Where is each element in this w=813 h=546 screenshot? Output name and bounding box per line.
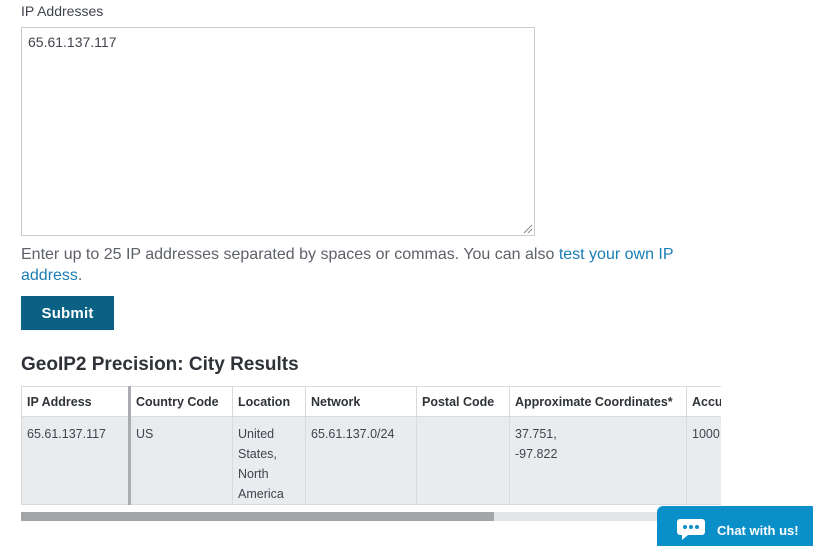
column-header-network: Network (305, 386, 417, 417)
cell-location: United States, North America (232, 416, 306, 505)
results-table-container: IP Address Country Code Location Network… (21, 386, 721, 506)
results-table: IP Address Country Code Location Network… (21, 386, 721, 505)
coordinate-line: -97.822 (515, 447, 558, 461)
cell-approximate-coordinates: 37.751, -97.822 (509, 416, 687, 505)
location-line: North (238, 467, 269, 481)
help-text-end: . (77, 267, 83, 284)
cell-postal-code (416, 416, 510, 505)
column-header-accuracy-radius: Accuracy Radius (686, 386, 721, 417)
column-header-postal-code: Postal Code (416, 386, 510, 417)
location-line: States, (238, 447, 277, 461)
help-text: Enter up to 25 IP addresses separated by… (21, 244, 701, 286)
coordinate-line: 37.751, (515, 427, 557, 441)
chat-with-us-button[interactable]: Chat with us! (657, 506, 813, 546)
horizontal-scrollbar[interactable] (21, 512, 721, 521)
ip-addresses-textarea[interactable]: 65.61.137.117 (21, 27, 535, 236)
help-text-body: Enter up to 25 IP addresses separated by… (21, 246, 559, 263)
results-header-row: IP Address Country Code Location Network… (21, 386, 721, 417)
table-row: 65.61.137.117 US United States, North Am… (21, 416, 721, 505)
column-header-location: Location (232, 386, 306, 417)
location-line: United (238, 427, 275, 441)
submit-button[interactable]: Submit (21, 296, 114, 330)
column-header-approximate-coordinates: Approximate Coordinates* (509, 386, 687, 417)
cell-ip-address: 65.61.137.117 (21, 416, 131, 505)
cell-network: 65.61.137.0/24 (305, 416, 417, 505)
scrollbar-thumb[interactable] (21, 512, 494, 521)
location-line: America (238, 487, 284, 501)
chat-label: Chat with us! (717, 523, 799, 538)
cell-accuracy-radius: 1000 (686, 416, 721, 505)
column-header-country-code: Country Code (129, 386, 233, 417)
ip-addresses-label: IP Addresses (21, 3, 104, 19)
cell-country-code: US (129, 416, 233, 505)
column-header-ip-address: IP Address (21, 386, 131, 417)
resize-grip-icon[interactable] (523, 224, 533, 234)
results-title: GeoIP2 Precision: City Results (21, 354, 299, 375)
chat-bubble-icon (677, 519, 705, 540)
